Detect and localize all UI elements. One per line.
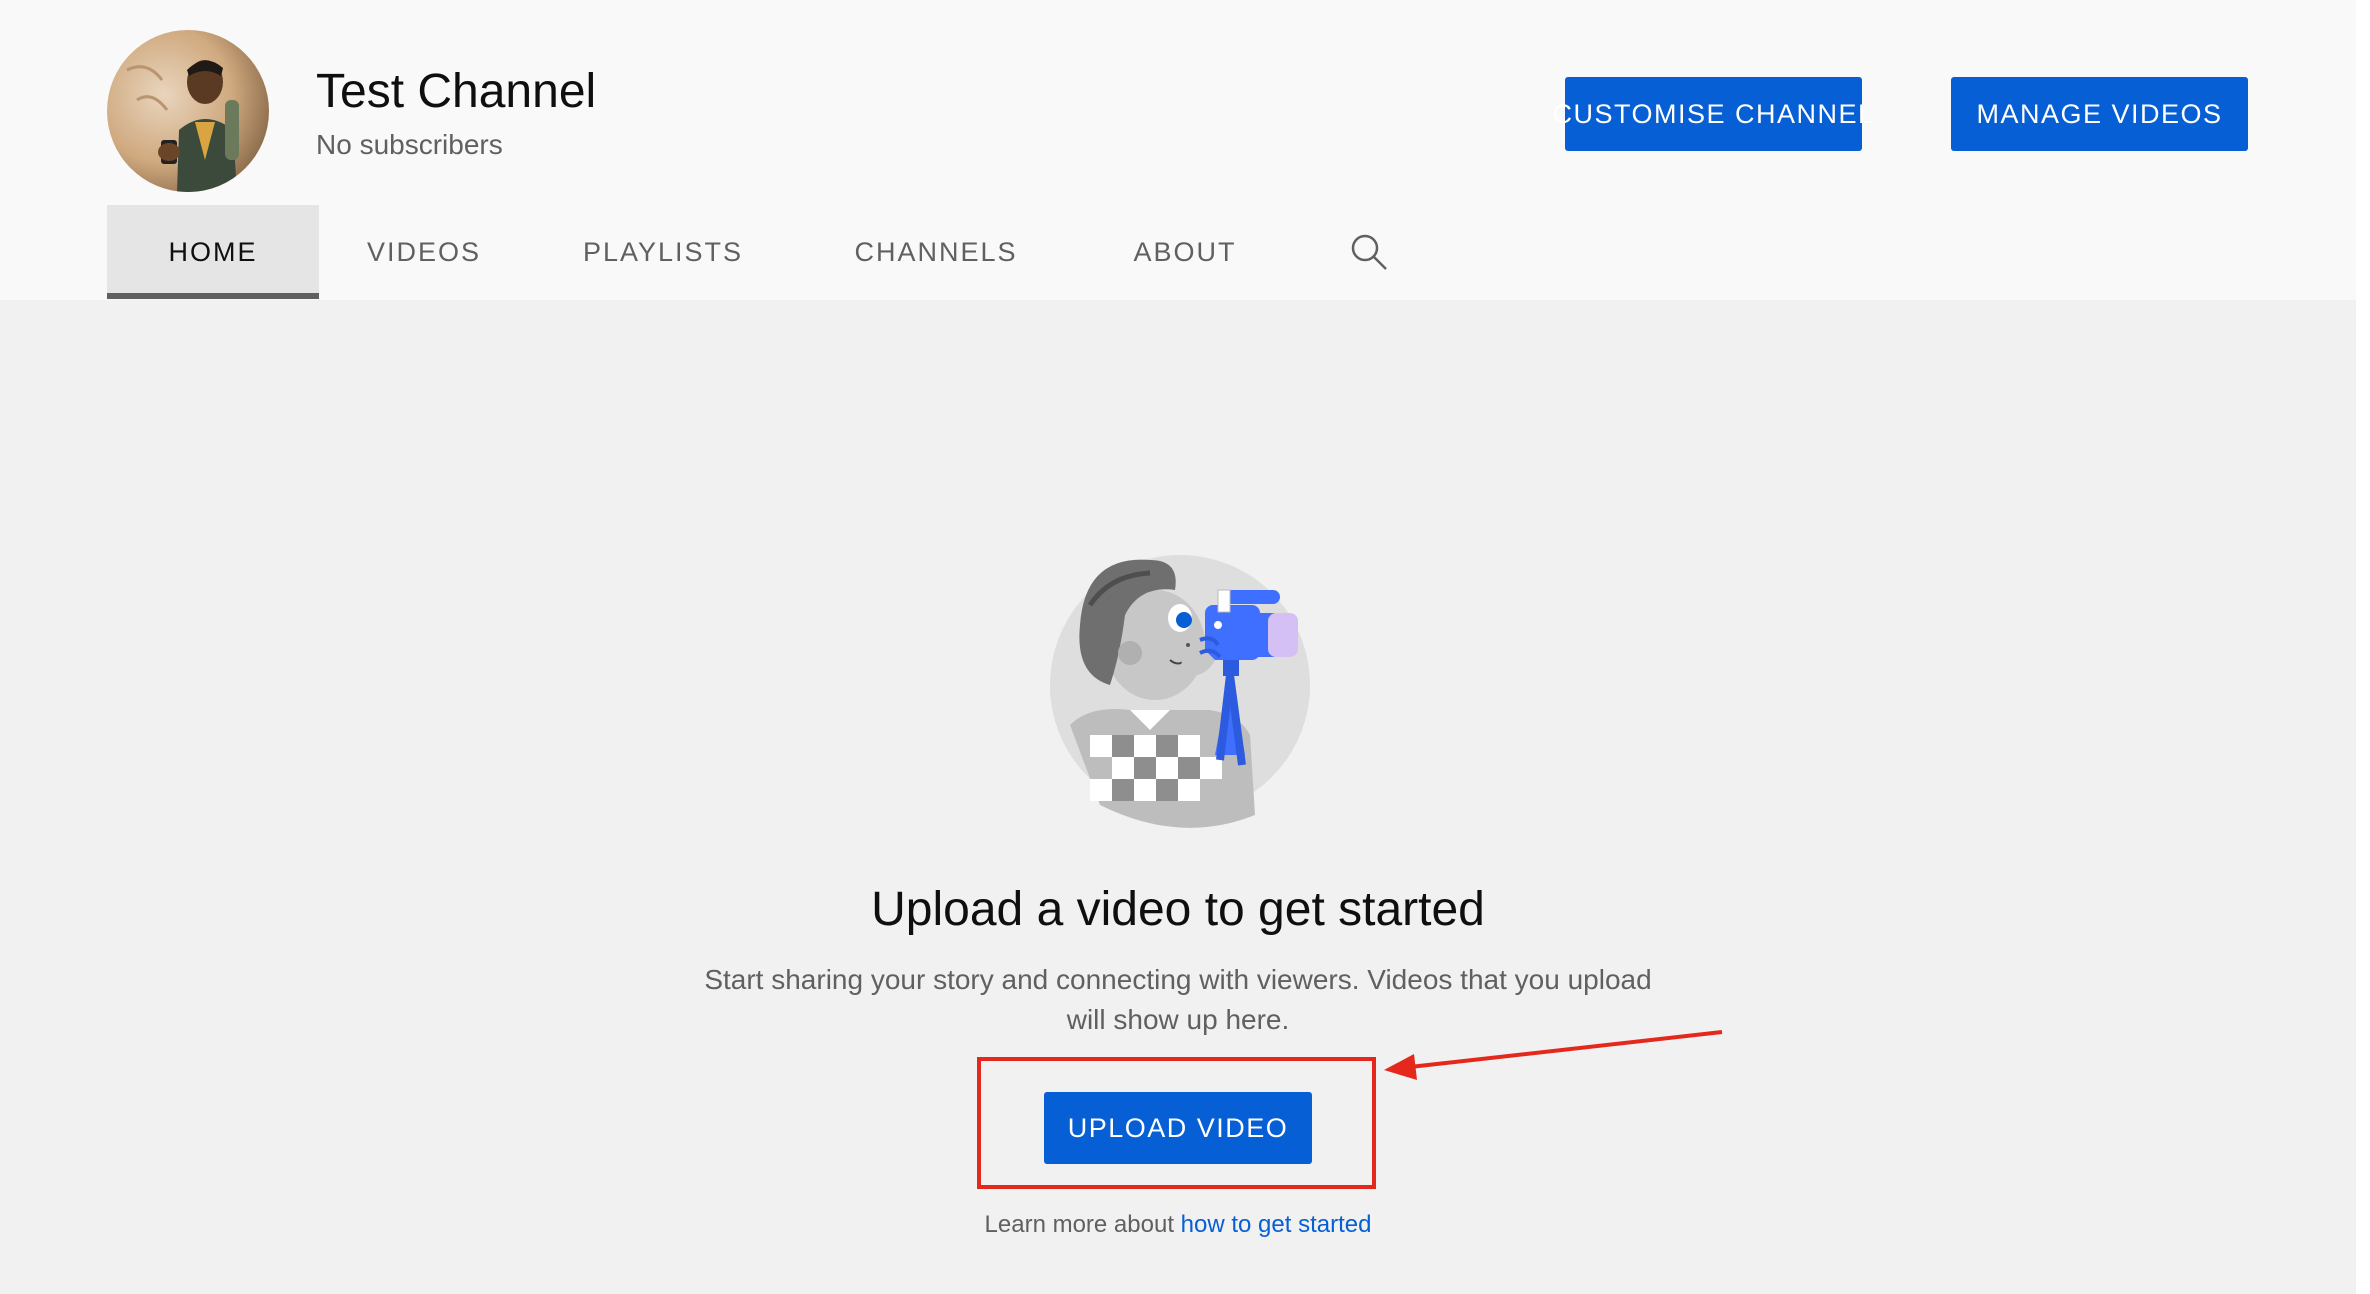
tab-videos[interactable]: VIDEOS (319, 205, 529, 299)
avatar-photo (107, 30, 269, 192)
search-icon[interactable] (1315, 205, 1423, 299)
tab-about[interactable]: ABOUT (1075, 205, 1295, 299)
how-to-get-started-link[interactable]: how to get started (1181, 1211, 1372, 1238)
annotation-arrow (1384, 1030, 1723, 1080)
learn-more-prefix: Learn more about (984, 1211, 1174, 1238)
camera-operator-illustration (1050, 555, 1310, 828)
subscriber-count: No subscribers (316, 129, 503, 160)
empty-state-title: Upload a video to get started (871, 883, 1485, 936)
manage-videos-button[interactable]: MANAGE VIDEOS (1951, 77, 2248, 151)
customise-channel-button[interactable]: CUSTOMISE CHANNEL (1552, 77, 1873, 151)
channel-name: Test Channel (316, 65, 597, 118)
window-edge (2356, 0, 2370, 1294)
channel-header: Test Channel No subscribers CUSTOMISE CH… (0, 0, 2356, 300)
channel-avatar[interactable] (107, 30, 269, 192)
tab-home[interactable]: HOME (107, 205, 319, 299)
upload-video-button[interactable]: UPLOAD VIDEO (1044, 1092, 1312, 1164)
tab-playlists[interactable]: PLAYLISTS (529, 205, 797, 299)
tab-channels[interactable]: CHANNELS (797, 205, 1075, 299)
learn-more-text: Learn more about how to get started (0, 1210, 2356, 1240)
